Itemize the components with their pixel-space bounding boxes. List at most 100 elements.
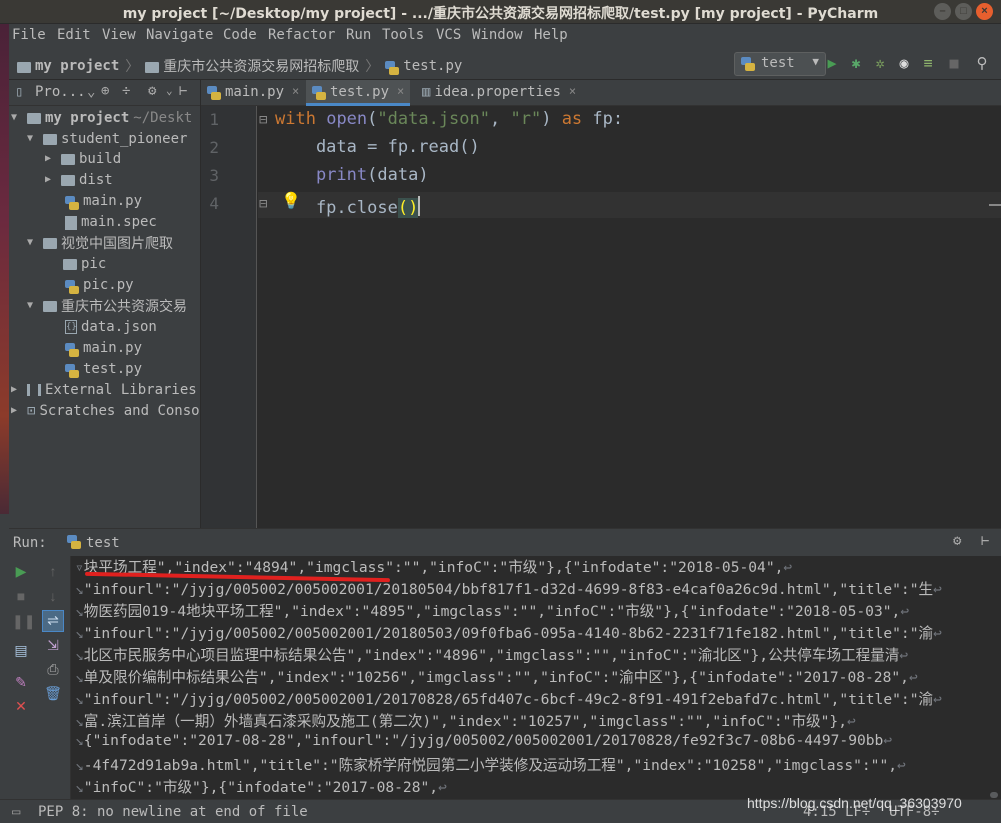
- tab-idea-properties[interactable]: ▥ idea.properties ×: [416, 80, 582, 106]
- concurrency-icon[interactable]: ≡: [919, 54, 937, 72]
- soft-wrap-icon: ↩: [847, 713, 856, 730]
- menu-vcs[interactable]: VCS: [436, 27, 461, 43]
- stop-icon[interactable]: ■: [12, 587, 30, 605]
- rerun-icon[interactable]: ▶: [12, 562, 30, 580]
- debug-icon[interactable]: ✱: [847, 54, 865, 72]
- tree-item-label: 重庆市公共资源交易: [61, 298, 187, 315]
- python-file-icon: [207, 86, 221, 100]
- menu-refactor[interactable]: Refactor: [268, 27, 335, 43]
- tree-item-my-project[interactable]: ▼ my project ~/Deskt: [11, 107, 192, 128]
- expand-arrow-icon[interactable]: ▼: [27, 237, 39, 248]
- python-file-icon: [65, 342, 79, 357]
- run-tab-label[interactable]: test: [86, 535, 120, 551]
- chevron-down-icon[interactable]: ⌄: [87, 84, 95, 100]
- trash-icon[interactable]: 🗑: [44, 684, 62, 702]
- coverage-icon[interactable]: ✲: [871, 54, 889, 72]
- tree-item-pic[interactable]: pic: [63, 253, 106, 274]
- scrollbar-thumb[interactable]: [990, 792, 998, 798]
- console-scrollbar[interactable]: [989, 556, 999, 799]
- gear-icon[interactable]: ⚙: [148, 83, 156, 99]
- print-icon[interactable]: ⎙: [44, 660, 62, 678]
- locate-icon[interactable]: ⊕: [101, 83, 109, 99]
- tree-item-vcg-folder[interactable]: ▼ 视觉中国图片爬取: [27, 232, 173, 253]
- run-console[interactable]: ▿块平场工程","index":"4894","imgclass":"","in…: [71, 556, 1001, 799]
- stop-icon[interactable]: ■: [945, 54, 963, 72]
- close-button[interactable]: ×: [976, 3, 993, 20]
- expand-arrow-icon[interactable]: ▶: [11, 384, 23, 395]
- expand-arrow-icon[interactable]: ▶: [45, 174, 57, 185]
- soft-wrap-icon: ↩: [900, 603, 910, 620]
- tree-item-scratches[interactable]: ▶ ⊡ Scratches and Conso: [11, 400, 200, 421]
- close-icon[interactable]: ×: [292, 84, 299, 98]
- error-stripe-marker: [989, 204, 1001, 206]
- tab-main-py[interactable]: main.py ×: [201, 80, 305, 106]
- tree-item-main-py-2[interactable]: main.py: [65, 337, 142, 358]
- menu-run[interactable]: Run: [346, 27, 371, 43]
- tree-item-build[interactable]: ▶ build: [45, 148, 121, 169]
- collapse-all-icon[interactable]: ÷: [122, 83, 130, 99]
- menu-bar: File Edit View Navigate Code Refactor Ru…: [9, 24, 1001, 48]
- run-icon[interactable]: ▶: [823, 54, 841, 72]
- close-icon[interactable]: ✕: [12, 697, 30, 715]
- fold-icon: ▿: [75, 559, 84, 576]
- tree-item-main-spec[interactable]: main.spec: [65, 211, 157, 232]
- expand-arrow-icon[interactable]: ▶: [45, 153, 57, 164]
- breadcrumb-file[interactable]: test.py: [403, 58, 462, 74]
- menu-help[interactable]: Help: [534, 27, 568, 43]
- code-editor[interactable]: 1 2 3 4 ⊟ ⊟ 💡 with open("data.json", "r"…: [201, 106, 1001, 528]
- arrow-down-icon[interactable]: ↓: [44, 587, 62, 605]
- breadcrumb-folder[interactable]: 重庆市公共资源交易网招标爬取: [163, 56, 359, 76]
- project-view-select[interactable]: Pro...: [35, 84, 86, 100]
- tree-item-dist[interactable]: ▶ dist: [45, 169, 113, 190]
- menu-file[interactable]: File: [12, 27, 46, 43]
- gear-icon[interactable]: ⚙: [953, 533, 961, 549]
- tree-item-external-libraries[interactable]: ▶ External Libraries: [11, 379, 197, 400]
- pause-icon[interactable]: ❚❚: [12, 612, 35, 630]
- console-text: "infoC":"市级"},{"infodate":"2017-08-28",: [83, 779, 439, 796]
- code-token: fp:: [582, 109, 624, 129]
- tree-item-data-json[interactable]: {} data.json: [65, 316, 157, 337]
- soft-wrap-icon[interactable]: ⇌: [42, 610, 64, 632]
- menu-code[interactable]: Code: [223, 27, 257, 43]
- close-icon[interactable]: ×: [397, 84, 404, 98]
- tab-test-py[interactable]: test.py ×: [306, 80, 411, 106]
- console-line: ↘{"infodate":"2017-08-28","infourl":"/jy…: [75, 732, 892, 749]
- tree-item-main-py[interactable]: main.py: [65, 190, 142, 211]
- expand-arrow-icon[interactable]: ▼: [27, 300, 39, 311]
- expand-arrow-icon[interactable]: ▼: [27, 133, 39, 144]
- minimize-button[interactable]: –: [934, 3, 951, 20]
- expand-arrow-icon[interactable]: ▶: [11, 405, 23, 416]
- expand-arrow-icon[interactable]: ▼: [11, 112, 23, 123]
- run-configuration-select[interactable]: test ▼: [734, 52, 826, 76]
- scroll-to-end-icon[interactable]: ⇲: [44, 636, 62, 654]
- search-icon[interactable]: ⚲: [973, 54, 991, 72]
- code-token: ): [541, 109, 562, 129]
- menu-view[interactable]: View: [102, 27, 136, 43]
- pin-icon[interactable]: ✎: [12, 673, 30, 691]
- menu-tools[interactable]: Tools: [382, 27, 424, 43]
- tree-item-cq-folder[interactable]: ▼ 重庆市公共资源交易: [27, 295, 187, 316]
- tree-item-pic-py[interactable]: pic.py: [65, 274, 134, 295]
- python-file-icon: [65, 363, 79, 378]
- soft-wrap-icon: ↘: [75, 625, 84, 642]
- close-icon[interactable]: ×: [569, 84, 576, 98]
- menu-window[interactable]: Window: [472, 27, 523, 43]
- restore-layout-icon[interactable]: ▤: [12, 641, 30, 659]
- menu-navigate[interactable]: Navigate: [146, 27, 213, 43]
- menu-edit[interactable]: Edit: [57, 27, 91, 43]
- hide-icon[interactable]: ⊢: [179, 83, 187, 99]
- fold-icon[interactable]: ⊟: [259, 196, 267, 212]
- fold-icon[interactable]: ⊟: [259, 112, 267, 128]
- properties-file-icon: ▥: [422, 84, 431, 100]
- breadcrumb-project[interactable]: my project: [35, 58, 119, 74]
- status-bar-toggle-icon[interactable]: ▭: [12, 804, 20, 820]
- window-controls: – □ ×: [934, 3, 993, 20]
- profile-icon[interactable]: ◉: [895, 54, 913, 72]
- tree-item-test-py[interactable]: test.py: [65, 358, 142, 379]
- soft-wrap-icon: ↩: [897, 757, 906, 774]
- folder-icon: [145, 61, 160, 73]
- arrow-up-icon[interactable]: ↑: [44, 562, 62, 580]
- maximize-button[interactable]: □: [955, 3, 972, 20]
- hide-panel-icon[interactable]: ⊢: [981, 533, 989, 549]
- tree-item-student-pioneer[interactable]: ▼ student_pioneer: [27, 128, 187, 149]
